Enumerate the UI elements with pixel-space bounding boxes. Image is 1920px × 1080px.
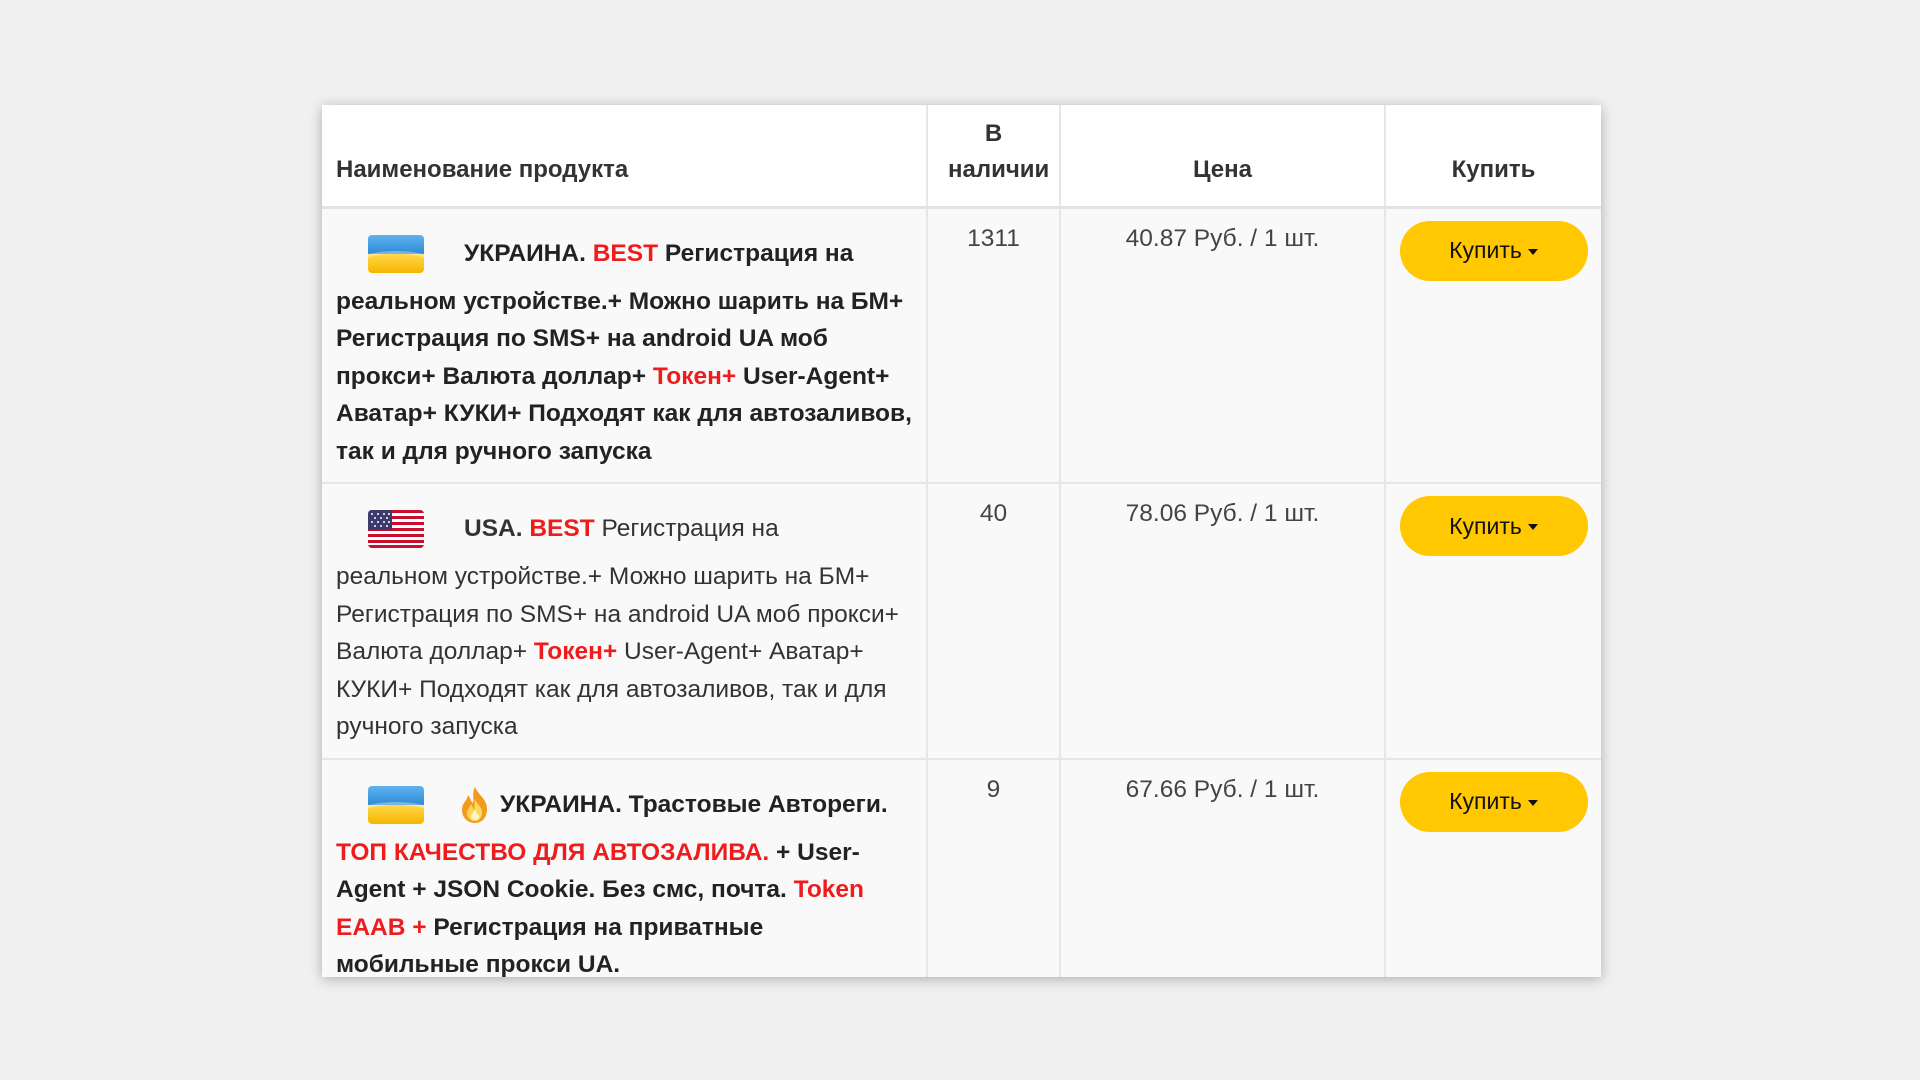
product-description: УКРАИНА. BEST Регистрация на реальном ус… — [322, 207, 928, 484]
ukraine-flag-icon — [368, 234, 424, 273]
stock-count: 1311 — [927, 207, 1061, 484]
stock-count: 9 — [927, 758, 1061, 977]
best-badge: BEST — [592, 239, 659, 267]
token-highlight: Токен+ — [533, 638, 618, 665]
product-text-first-line: Регистрация на — [601, 515, 779, 543]
table-row: USA. BEST Регистрация на реальном устрой… — [322, 483, 1601, 760]
token-highlight: Токен+ — [652, 362, 737, 390]
price: 40.87 Руб. / 1 шт. — [1060, 207, 1386, 484]
product-country: УКРАИНА. — [464, 239, 586, 267]
buy-button[interactable]: Купить — [1399, 220, 1588, 281]
products-table-card: Наименование продукта В наличии Цена Куп… — [322, 105, 1601, 977]
fire-icon — [456, 785, 494, 825]
best-badge: BEST — [529, 515, 595, 543]
caret-down-icon — [1527, 248, 1538, 255]
product-title: УКРАИНА. Трастовые Автореги. — [500, 790, 888, 818]
buy-button[interactable]: Купить — [1399, 496, 1588, 556]
table-row: УКРАИНА. Трастовые Автореги. ТОП КАЧЕСТВ… — [322, 758, 1601, 977]
buy-cell: Купить — [1385, 483, 1601, 760]
header-buy: Купить — [1385, 105, 1601, 209]
top-quality-highlight: ТОП КАЧЕСТВО ДЛЯ АВТОЗАЛИВА. — [336, 838, 770, 866]
product-text-first-line: Регистрация на — [664, 239, 854, 267]
header-stock: В наличии — [927, 105, 1061, 209]
buy-button-label: Купить — [1449, 237, 1522, 263]
ukraine-flag-icon — [368, 785, 424, 824]
table-header-row: Наименование продукта В наличии Цена Куп… — [322, 105, 1601, 209]
price: 67.66 Руб. / 1 шт. — [1060, 758, 1386, 977]
header-price: Цена — [1060, 105, 1386, 209]
stock-count: 40 — [927, 483, 1061, 760]
header-product-name: Наименование продукта — [322, 105, 928, 209]
product-description: USA. BEST Регистрация на реальном устрой… — [322, 483, 928, 760]
usa-flag-icon — [368, 510, 424, 548]
buy-button-label: Купить — [1449, 788, 1522, 814]
caret-down-icon — [1527, 799, 1538, 806]
buy-button-label: Купить — [1449, 512, 1522, 539]
table-row: УКРАИНА. BEST Регистрация на реальном ус… — [322, 207, 1601, 484]
product-description: УКРАИНА. Трастовые Автореги. ТОП КАЧЕСТВ… — [322, 758, 928, 977]
buy-cell: Купить — [1385, 207, 1601, 484]
buy-cell: Купить — [1385, 758, 1601, 977]
products-table: Наименование продукта В наличии Цена Куп… — [322, 105, 1601, 977]
caret-down-icon — [1527, 524, 1538, 530]
price: 78.06 Руб. / 1 шт. — [1060, 483, 1386, 760]
product-country: USA. — [464, 515, 523, 543]
buy-button[interactable]: Купить — [1399, 771, 1588, 832]
